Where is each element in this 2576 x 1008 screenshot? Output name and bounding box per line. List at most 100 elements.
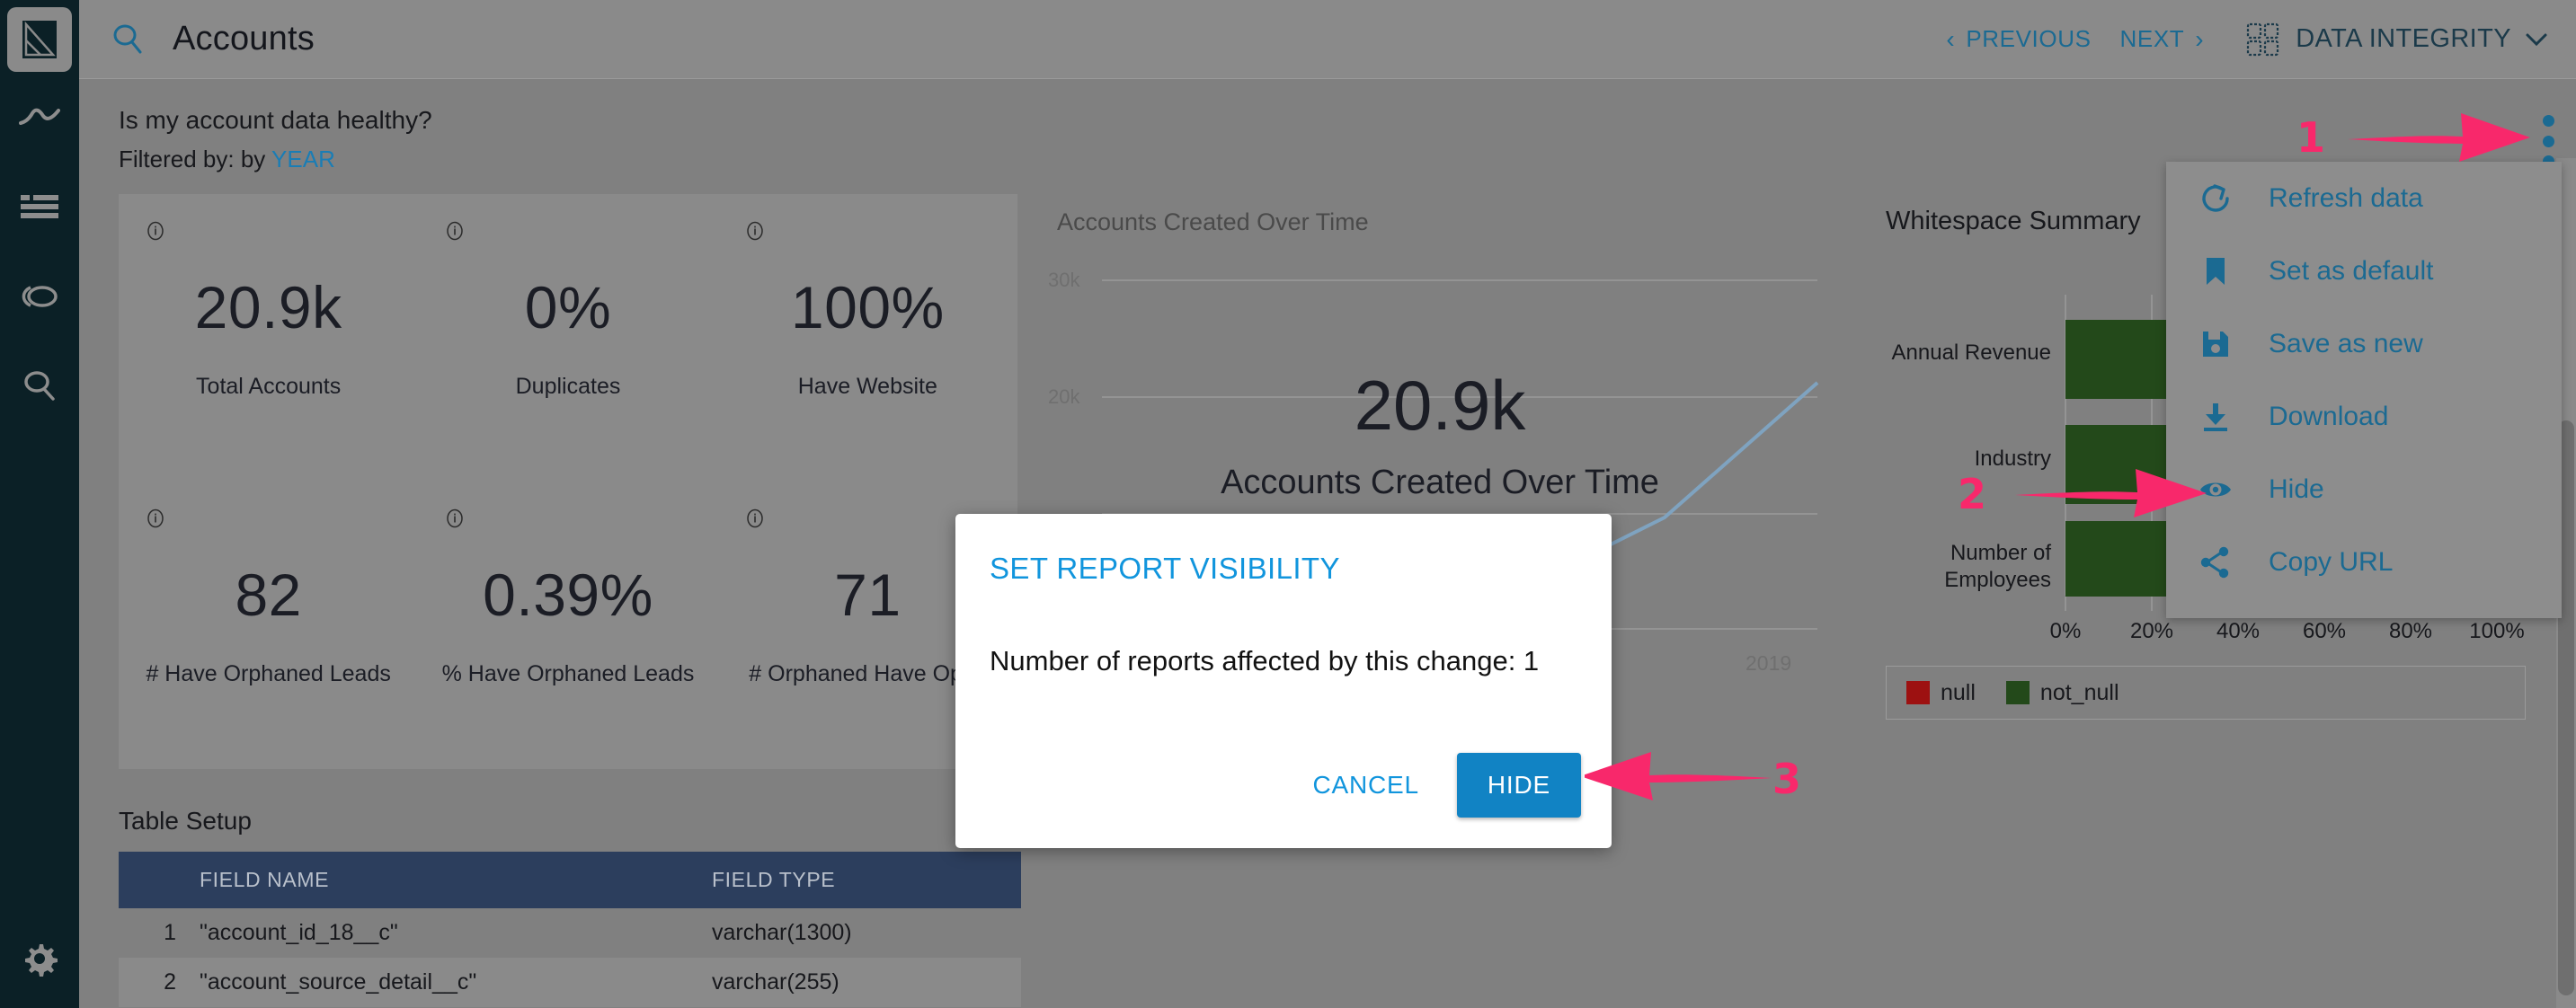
header-search-button[interactable] — [102, 14, 153, 65]
top-bar: Accounts ‹ PREVIOUS NEXT › DATA INTEGRIT… — [79, 0, 2576, 79]
kpi-value: 20.9k — [194, 274, 342, 340]
kebab-dot — [2542, 115, 2554, 127]
kpi-panel: 20.9k Total Accounts 0% Duplicates 100% … — [119, 194, 1017, 769]
menu-item-refresh-data[interactable]: Refresh data — [2166, 162, 2562, 234]
app-logo[interactable] — [7, 7, 72, 72]
menu-item-set-as-default[interactable]: Set as default — [2166, 234, 2562, 307]
search-icon — [113, 24, 142, 53]
sidebar-item-tables[interactable] — [0, 162, 79, 252]
orbit-icon — [22, 286, 58, 307]
info-icon[interactable] — [745, 221, 765, 245]
menu-item-download[interactable]: Download — [2166, 380, 2562, 453]
table-row[interactable]: 1 "account_id_18__c" varchar(1300) — [119, 908, 1021, 958]
sidebar-item-search[interactable] — [0, 341, 79, 431]
menu-item-label: Set as default — [2269, 255, 2434, 286]
x-tick-label: 2019 — [1745, 651, 1791, 675]
kpi-label: # Have Orphaned Leads — [146, 661, 391, 686]
previous-label: PREVIOUS — [1966, 25, 2092, 52]
share-icon — [2198, 545, 2256, 579]
next-label: NEXT — [2119, 25, 2185, 52]
legend-label: null — [1941, 679, 1976, 705]
annotation-marker-2: 2 — [1958, 470, 1987, 518]
info-icon[interactable] — [445, 508, 465, 533]
menu-item-save-as-new[interactable]: Save as new — [2166, 307, 2562, 380]
previous-button[interactable]: ‹ PREVIOUS — [1932, 25, 2105, 53]
refresh-icon — [2198, 181, 2256, 216]
download-icon — [2198, 400, 2256, 434]
column-header-field-name[interactable]: FIELD NAME — [200, 852, 712, 908]
kpi-value: 100% — [790, 274, 945, 340]
x-tick-label: 0% — [2050, 619, 2082, 643]
kpi-card[interactable]: 82 # Have Orphaned Leads — [119, 482, 418, 769]
modal-hide-button[interactable]: HIDE — [1456, 753, 1581, 818]
table-setup: FIELD NAME FIELD TYPE 1 "account_id_18__… — [119, 852, 1021, 1007]
y-tick-label: Employees — [1944, 568, 2051, 592]
header-actions: ‹ PREVIOUS NEXT › DATA INTEGRITY — [1932, 22, 2549, 57]
next-button[interactable]: NEXT › — [2106, 25, 2219, 53]
annotation-arrow-3 — [1585, 752, 1772, 800]
kpi-label: Have Website — [797, 374, 937, 399]
menu-item-label: Save as new — [2269, 328, 2423, 358]
kpi-card[interactable]: 20.9k Total Accounts — [119, 194, 418, 482]
chevron-left-icon: ‹ — [1946, 24, 1956, 53]
legend-swatch-null — [1906, 681, 1930, 704]
chart-title: Whitespace Summary — [1886, 207, 2141, 235]
x-tick-label: 20% — [2130, 619, 2173, 643]
menu-item-copy-url[interactable]: Copy URL — [2166, 526, 2562, 598]
cell-field-name[interactable]: "account_id_18__c" — [200, 908, 712, 958]
chevron-down-icon — [2526, 33, 2547, 46]
sidebar-item-settings[interactable] — [0, 909, 79, 1008]
legend-item[interactable]: null — [1906, 680, 1976, 706]
sidebar-item-explore[interactable] — [0, 252, 79, 341]
row-index: 2 — [119, 958, 200, 1007]
filter-value-link[interactable]: YEAR — [271, 146, 335, 172]
kpi-card[interactable]: 0.39% % Have Orphaned Leads — [418, 482, 717, 769]
report-actions-menu: Refresh data Set as default Save as new — [2166, 162, 2562, 618]
kpi-value: 0.39% — [483, 561, 653, 628]
x-tick-label: 40% — [2216, 619, 2260, 643]
grid-view-button[interactable] — [2245, 22, 2281, 57]
cell-field-name[interactable]: "account_source_detail__c" — [200, 958, 712, 1007]
list-rows-icon — [21, 195, 58, 218]
menu-item-hide[interactable]: Hide — [2166, 453, 2562, 526]
info-icon[interactable] — [445, 221, 465, 245]
chevron-right-icon: › — [2195, 24, 2205, 53]
dashboard-question: Is my account data healthy? — [119, 106, 432, 134]
y-tick-label: Number of — [1950, 541, 2051, 565]
chart-logo-icon — [22, 21, 57, 58]
grid-squares-icon — [2247, 22, 2279, 56]
info-icon[interactable] — [745, 508, 765, 533]
dataset-label: DATA INTEGRITY — [2296, 24, 2511, 53]
table-header-row: FIELD NAME FIELD TYPE — [119, 852, 1021, 908]
dialog-title: SET REPORT VISIBILITY — [990, 552, 1340, 585]
chart-legend: null not_null — [1886, 666, 2526, 720]
kpi-value: 0% — [524, 274, 612, 340]
cancel-button[interactable]: CANCEL — [1299, 758, 1434, 812]
cell-field-type: varchar(1300) — [712, 920, 852, 945]
chart-title: Accounts Created Over Time — [1057, 208, 1369, 235]
x-tick-label: 80% — [2389, 619, 2432, 643]
info-icon[interactable] — [146, 221, 165, 245]
kebab-menu-button[interactable] — [2533, 115, 2563, 167]
chart-center-value: 20.9k — [1354, 366, 1526, 445]
trend-line-icon — [19, 108, 60, 125]
kpi-card[interactable]: 100% Have Website — [718, 194, 1017, 482]
sidebar-item-analytics[interactable] — [0, 72, 79, 162]
cell-field-type: varchar(255) — [712, 958, 1021, 1007]
filter-prefix: Filtered by: by — [119, 146, 272, 172]
info-icon[interactable] — [146, 508, 165, 533]
legend-item[interactable]: not_null — [2005, 680, 2119, 706]
left-rail — [0, 0, 79, 1008]
column-header-index — [119, 852, 200, 908]
table-row[interactable]: 2 "account_source_detail__c" varchar(255… — [119, 958, 1021, 1007]
kpi-value: 82 — [235, 561, 302, 628]
kpi-card[interactable]: 0% Duplicates — [418, 194, 717, 482]
column-header-field-type[interactable]: FIELD TYPE — [712, 852, 1021, 908]
chart-center-label: Accounts Created Over Time — [1221, 464, 1659, 501]
search-icon — [24, 371, 55, 401]
legend-swatch-not-null — [2005, 681, 2030, 704]
menu-item-label: Refresh data — [2269, 182, 2423, 213]
row-index: 1 — [164, 920, 176, 945]
dataset-selector[interactable]: DATA INTEGRITY — [2296, 24, 2549, 54]
y-tick-label: Annual Revenue — [1892, 340, 2051, 365]
